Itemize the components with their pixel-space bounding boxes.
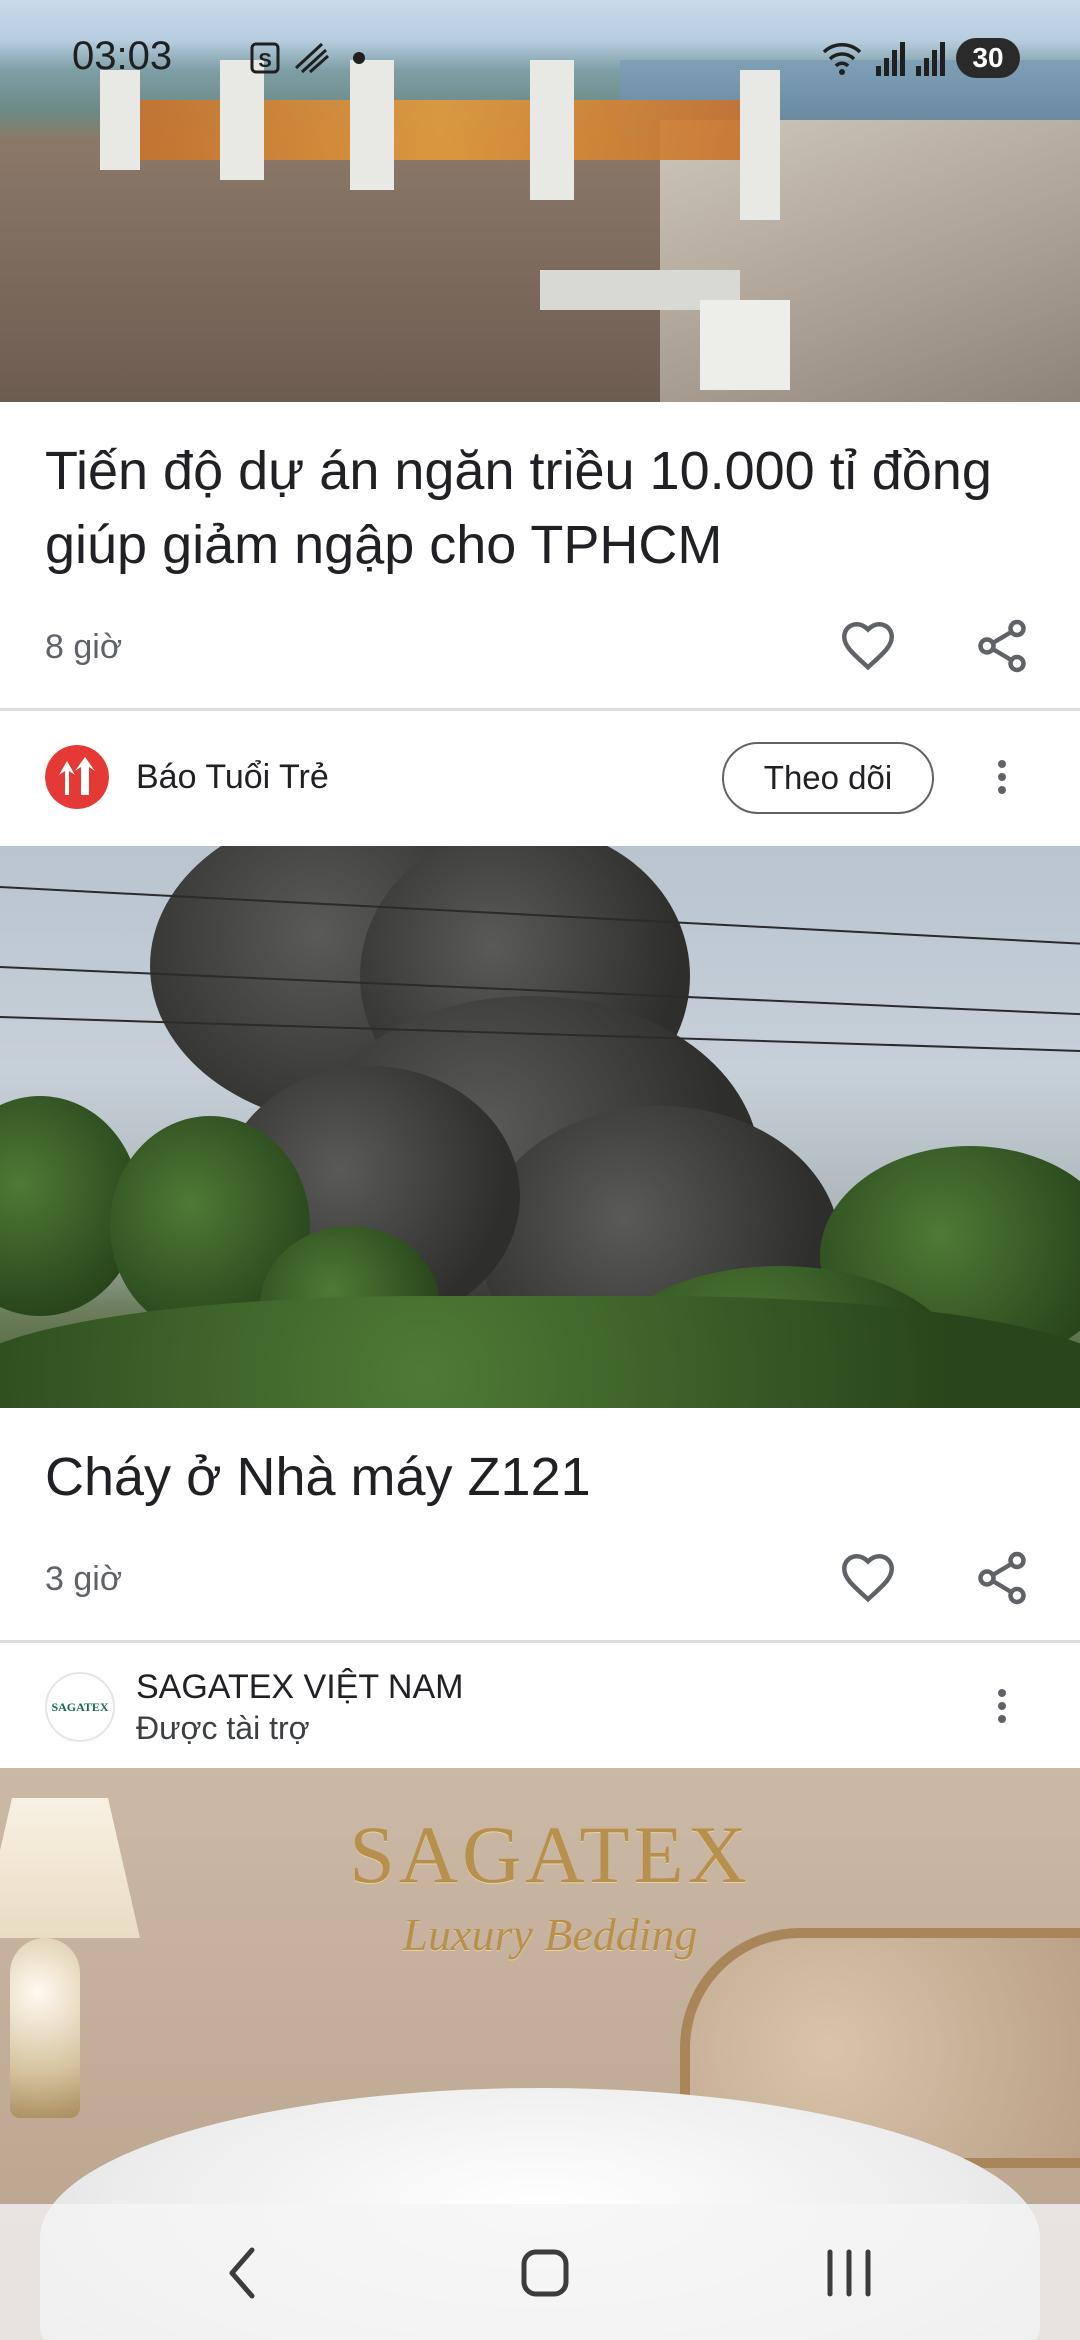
publisher-row: Báo Tuổi Trẻ Theo dõi bbox=[0, 712, 1080, 842]
article-image-factory-fire[interactable] bbox=[0, 846, 1080, 1408]
article-age: 8 giờ bbox=[45, 628, 123, 666]
favorite-heart-icon[interactable] bbox=[838, 616, 898, 676]
navigation-bar bbox=[0, 2204, 1080, 2340]
status-bar: 03:03 S 30 bbox=[0, 0, 1080, 120]
ad-brand-subtitle: Luxury Bedding bbox=[402, 1909, 698, 1960]
more-options-icon[interactable] bbox=[992, 757, 1012, 797]
recents-icon[interactable] bbox=[814, 2238, 884, 2308]
ad-brand-title: SAGATEX bbox=[349, 1809, 751, 1900]
divider bbox=[0, 708, 1080, 711]
article-title[interactable]: Tiến độ dự án ngăn triều 10.000 tỉ đồng … bbox=[45, 434, 1005, 582]
signal-off-icon bbox=[294, 42, 329, 74]
cloud-moon-icon bbox=[208, 44, 222, 72]
signal-icon bbox=[916, 42, 945, 76]
article-title[interactable]: Cháy ở Nhà máy Z121 bbox=[45, 1440, 1005, 1514]
dot-icon bbox=[353, 52, 365, 64]
follow-button[interactable]: Theo dõi bbox=[722, 742, 934, 814]
advertiser-logo-text: SAGATEX bbox=[51, 1699, 109, 1714]
battery-indicator: 30 bbox=[956, 38, 1020, 78]
home-icon[interactable] bbox=[510, 2238, 580, 2308]
back-icon[interactable] bbox=[210, 2238, 280, 2308]
advertiser-name[interactable]: SAGATEX VIỆT NAM bbox=[136, 1668, 463, 1707]
more-options-icon[interactable] bbox=[992, 1686, 1012, 1726]
favorite-heart-icon[interactable] bbox=[838, 1548, 898, 1608]
s-notification-icon: S bbox=[250, 42, 280, 74]
divider bbox=[0, 1640, 1080, 1643]
status-time: 03:03 bbox=[72, 34, 173, 78]
wifi-icon bbox=[822, 43, 862, 75]
signal-icon bbox=[876, 42, 905, 76]
advertiser-logo[interactable]: SAGATEX bbox=[45, 1672, 115, 1742]
share-icon[interactable] bbox=[972, 1548, 1032, 1608]
svg-text:S: S bbox=[258, 50, 271, 72]
share-icon[interactable] bbox=[972, 616, 1032, 676]
publisher-logo[interactable] bbox=[45, 745, 109, 809]
article-age: 3 giờ bbox=[45, 1560, 123, 1598]
sponsored-label: Được tài trợ bbox=[136, 1710, 310, 1746]
publisher-name[interactable]: Báo Tuổi Trẻ bbox=[136, 758, 329, 797]
